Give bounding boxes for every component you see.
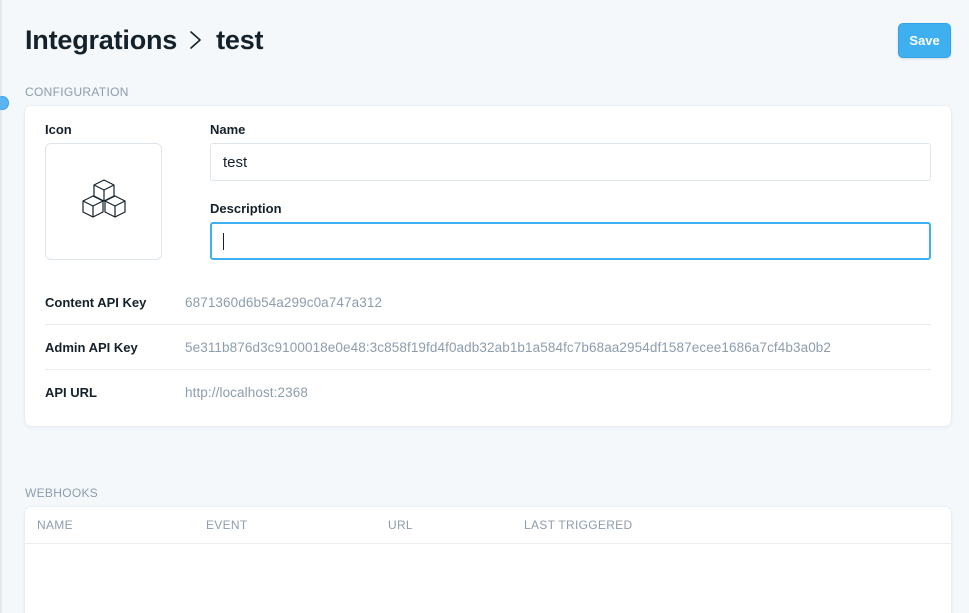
sidebar-edge [0, 0, 2, 613]
description-input[interactable] [210, 222, 931, 260]
api-url-value[interactable]: http://localhost:2368 [185, 385, 308, 400]
admin-api-key-row: Admin API Key 5e311b876d3c9100018e0e48:3… [45, 325, 931, 370]
content-api-key-value[interactable]: 6871360d6b54a299c0a747a312 [185, 295, 382, 310]
configuration-section-title: CONFIGURATION [25, 85, 129, 99]
description-label: Description [210, 201, 282, 216]
admin-api-key-value[interactable]: 5e311b876d3c9100018e0e48:3c858f19fd4f0ad… [185, 340, 831, 355]
save-button[interactable]: Save [898, 22, 951, 58]
icon-label: Icon [45, 122, 72, 137]
name-input-value: test [223, 153, 248, 171]
content-api-key-label: Content API Key [45, 294, 147, 310]
breadcrumb: Integrations test [25, 24, 264, 56]
breadcrumb-current: test [216, 24, 264, 55]
icon-upload-box[interactable] [45, 143, 162, 260]
api-url-label: API URL [45, 385, 97, 400]
page-header: Integrations test Save [25, 22, 951, 58]
admin-api-key-label: Admin API Key [45, 339, 138, 355]
breadcrumb-parent-link[interactable]: Integrations [25, 25, 177, 56]
cubes-icon [81, 178, 127, 225]
column-header-url: URL [388, 518, 413, 532]
webhooks-table: NAME EVENT URL LAST TRIGGERED [25, 507, 951, 613]
name-label: Name [210, 122, 246, 137]
content-api-key-row: Content API Key 6871360d6b54a299c0a747a3… [45, 280, 931, 325]
column-header-last-triggered: LAST TRIGGERED [524, 518, 633, 532]
webhooks-section-title: WEBHOOKS [25, 486, 99, 500]
sidebar-toggle-handle[interactable] [0, 96, 9, 110]
integration-detail-page: Integrations test Save CONFIGURATION Ico… [0, 0, 969, 613]
webhooks-table-header: NAME EVENT URL LAST TRIGGERED [25, 507, 951, 544]
api-url-row: API URL http://localhost:2368 [45, 370, 931, 415]
text-caret [223, 232, 224, 250]
name-input[interactable]: test [210, 143, 931, 181]
column-header-name: NAME [37, 518, 73, 532]
configuration-card: Icon Name test Description Content API K… [25, 106, 951, 426]
chevron-right-icon [189, 30, 202, 50]
column-header-event: EVENT [206, 518, 248, 532]
